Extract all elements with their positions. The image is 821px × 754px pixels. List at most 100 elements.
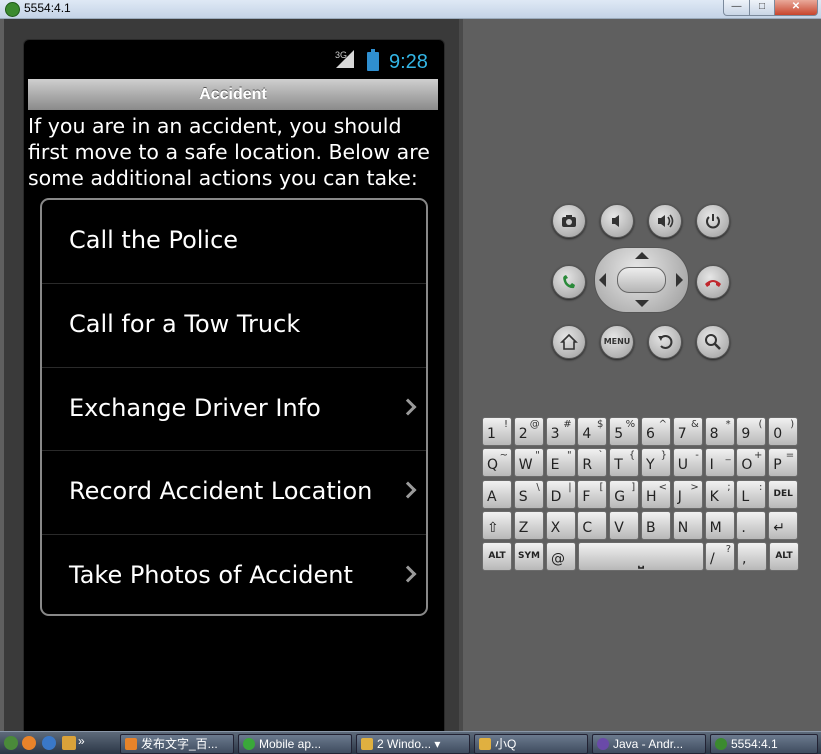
key-1-6[interactable]: U-	[672, 448, 703, 478]
menu-button[interactable]: MENU	[600, 325, 634, 359]
key-1-0[interactable]: Q ~	[482, 448, 512, 478]
maximize-button[interactable]: □	[749, 0, 775, 16]
key-0-9[interactable]: 0)	[768, 417, 799, 446]
key-main-label: 3	[550, 426, 560, 442]
dpad-up-icon[interactable]	[635, 252, 649, 259]
list-item-call-police[interactable]: Call the Police	[42, 200, 426, 283]
key-4-3[interactable]: ⎵	[578, 542, 704, 572]
key-1-3[interactable]: R `	[577, 448, 608, 478]
key-2-1[interactable]: S \	[513, 479, 544, 509]
minimize-button[interactable]: —	[723, 0, 750, 16]
key-2-5[interactable]: H <	[641, 479, 671, 509]
key-3-1[interactable]: Z	[513, 510, 544, 540]
key-1-8[interactable]: O +	[736, 448, 767, 478]
list-item-record-location[interactable]: Record Accident Location	[42, 450, 426, 534]
key-main-label: ALT	[488, 551, 506, 562]
key-3-2[interactable]: X	[545, 510, 576, 540]
key-2-2[interactable]: D |	[545, 479, 576, 509]
search-button[interactable]	[696, 325, 730, 359]
volume-down-button[interactable]	[600, 204, 634, 238]
taskbar-item-3[interactable]: 小Q	[474, 734, 588, 754]
dpad[interactable]	[594, 247, 689, 313]
skin-divider	[459, 19, 463, 731]
key-1-7[interactable]: I _	[704, 448, 735, 478]
key-3-0[interactable]: ⇧	[482, 510, 512, 540]
dpad-down-icon[interactable]	[635, 300, 649, 307]
key-0-0[interactable]: 1!	[482, 417, 512, 446]
call-button[interactable]	[552, 265, 586, 299]
firefox-icon[interactable]	[22, 736, 36, 750]
quicklaunch-overflow[interactable]: »	[78, 734, 85, 748]
key-3-3[interactable]: C	[577, 510, 608, 540]
folder-icon	[361, 738, 373, 750]
key-0-6[interactable]: 7 &	[672, 417, 703, 446]
key-main-label: L	[741, 488, 750, 505]
app-title-bar: Accident	[28, 79, 438, 110]
list-item-take-photos[interactable]: Take Photos of Accident	[42, 534, 426, 614]
key-0-4[interactable]: 5%	[609, 417, 640, 446]
key-2-8[interactable]: L:	[736, 479, 767, 509]
home-button[interactable]	[552, 325, 586, 359]
list-item-exchange-driver-info[interactable]: Exchange Driver Info	[42, 366, 426, 451]
camera-button[interactable]	[552, 204, 586, 238]
dpad-right-icon[interactable]	[676, 273, 683, 287]
key-alt-label: <	[658, 481, 667, 493]
key-3-4[interactable]: V	[609, 510, 640, 540]
key-0-8[interactable]: 9(	[736, 417, 767, 446]
key-main-label: 8	[709, 426, 719, 442]
key-1-5[interactable]: Y}	[641, 448, 671, 478]
key-3-5[interactable]: B	[641, 510, 671, 540]
key-1-9[interactable]: P =	[768, 448, 799, 478]
home-icon	[560, 333, 578, 350]
folder-icon[interactable]	[62, 736, 76, 750]
key-1-1[interactable]: W "	[513, 448, 544, 478]
taskbar-item-2[interactable]: 2 Windo... ▾	[356, 734, 470, 754]
key-4-1[interactable]: SYM	[514, 542, 544, 572]
start-orb-icon[interactable]	[4, 736, 18, 750]
hardware-keyboard: 1! 2 @3 #4 $5% 6 ^ 7 & 8 * 9(0) Q ~ W " E " R ` T{Y} U - I _ O + P =…	[481, 417, 799, 573]
key-4-6[interactable]: ALT	[769, 542, 799, 572]
key-4-4[interactable]: /?	[705, 542, 735, 572]
volume-up-icon	[658, 214, 674, 228]
dpad-left-icon[interactable]	[599, 273, 606, 287]
key-0-2[interactable]: 3 #	[545, 417, 576, 446]
key-2-4[interactable]: G]	[609, 479, 640, 509]
key-main-label: V	[614, 519, 624, 536]
chrome-icon	[243, 738, 255, 750]
key-alt-label: :	[759, 481, 763, 493]
key-2-0[interactable]: A	[482, 479, 512, 509]
key-1-4[interactable]: T{	[609, 448, 640, 478]
key-2-6[interactable]: J >	[672, 479, 703, 509]
taskbar-item-4[interactable]: Java - Andr...	[592, 734, 706, 754]
key-main-label: I	[709, 457, 714, 474]
key-3-9[interactable]: ↵	[768, 510, 799, 540]
key-0-3[interactable]: 4 $	[577, 417, 608, 446]
key-4-5[interactable]: ,	[737, 542, 767, 572]
key-0-7[interactable]: 8 *	[704, 417, 735, 446]
menu-label: MENU	[603, 337, 631, 346]
close-button[interactable]: ✕	[774, 0, 818, 16]
back-button[interactable]	[648, 325, 682, 359]
key-0-5[interactable]: 6 ^	[641, 417, 671, 446]
key-1-2[interactable]: E "	[545, 448, 576, 478]
key-2-3[interactable]: F[	[577, 479, 608, 509]
volume-up-button[interactable]	[648, 204, 682, 238]
key-3-8[interactable]: .	[736, 510, 767, 540]
taskbar-item-1[interactable]: Mobile ap...	[238, 734, 352, 754]
key-3-6[interactable]: N	[672, 510, 703, 540]
taskbar-item-5[interactable]: 5554:4.1	[710, 734, 818, 754]
key-4-2[interactable]: @	[546, 542, 576, 572]
power-button[interactable]	[696, 204, 730, 238]
list-item-call-tow-truck[interactable]: Call for a Tow Truck	[42, 282, 426, 367]
ie-icon[interactable]	[42, 736, 56, 750]
key-0-1[interactable]: 2 @	[513, 417, 544, 446]
key-4-0[interactable]: ALT	[482, 542, 512, 572]
taskbar-item-0[interactable]: 发布文字_百...	[120, 734, 234, 754]
key-2-7[interactable]: K;	[704, 479, 735, 509]
end-call-button[interactable]	[696, 265, 730, 299]
window-title: 5554:4.1	[24, 1, 71, 15]
key-main-label: N	[677, 519, 689, 536]
key-2-9[interactable]: DEL	[768, 479, 799, 509]
dpad-center-button[interactable]	[617, 267, 666, 293]
key-3-7[interactable]: M	[704, 510, 735, 540]
